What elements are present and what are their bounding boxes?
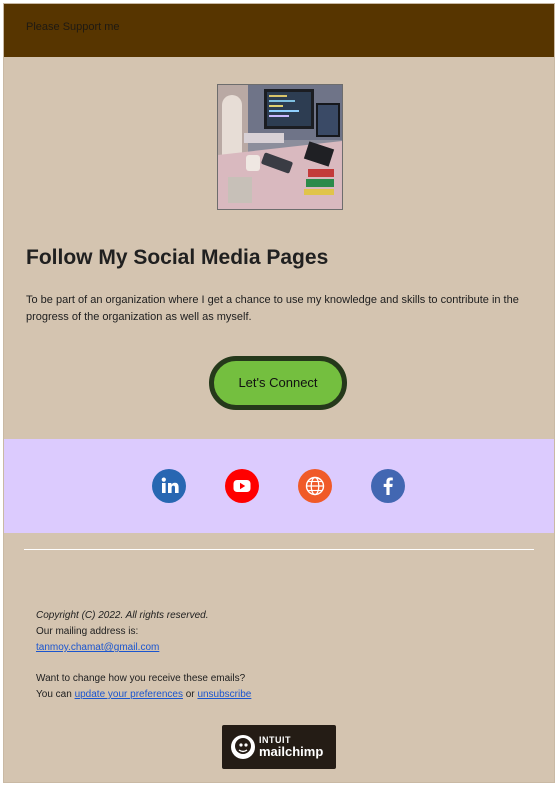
footer: Copyright (C) 2022. All rights reserved.…: [36, 608, 251, 703]
or-text: or: [185, 689, 195, 700]
mailchimp-text: mailchimp: [259, 744, 324, 759]
lets-connect-button[interactable]: Let's Connect: [209, 356, 347, 410]
mailchimp-wordmark: INTUIT mailchimp: [259, 734, 323, 758]
hero-image: [217, 84, 343, 210]
mailing-address-label: Our mailing address is:: [36, 626, 139, 637]
footer-divider: [24, 549, 534, 550]
email-frame: Please Support me Follow My Social Media…: [3, 3, 555, 783]
social-band: [4, 439, 554, 533]
header-text: Please Support me: [26, 21, 120, 33]
preferences-line: You can update your preferences or unsub…: [36, 687, 251, 703]
mailchimp-badge[interactable]: INTUIT mailchimp: [222, 725, 336, 769]
email-link[interactable]: tanmoy.chamat@gmail.com: [36, 642, 159, 653]
copyright-text: Copyright (C) 2022. All rights reserved.: [36, 610, 209, 621]
linkedin-icon[interactable]: [152, 469, 186, 503]
section-title: Follow My Social Media Pages: [26, 246, 329, 269]
you-can-text: You can: [36, 689, 72, 700]
header-bar: Please Support me: [4, 4, 554, 57]
youtube-icon[interactable]: [225, 469, 259, 503]
mailchimp-freddie-icon: [231, 735, 255, 759]
facebook-icon[interactable]: [371, 469, 405, 503]
update-preferences-link[interactable]: update your preferences: [75, 689, 183, 700]
unsubscribe-link[interactable]: unsubscribe: [197, 689, 251, 700]
desk-setup-photo: [218, 85, 342, 209]
body-text: To be part of an organization where I ge…: [26, 294, 519, 323]
change-prompt-text: Want to change how you receive these ema…: [36, 673, 246, 684]
website-globe-icon[interactable]: [298, 469, 332, 503]
